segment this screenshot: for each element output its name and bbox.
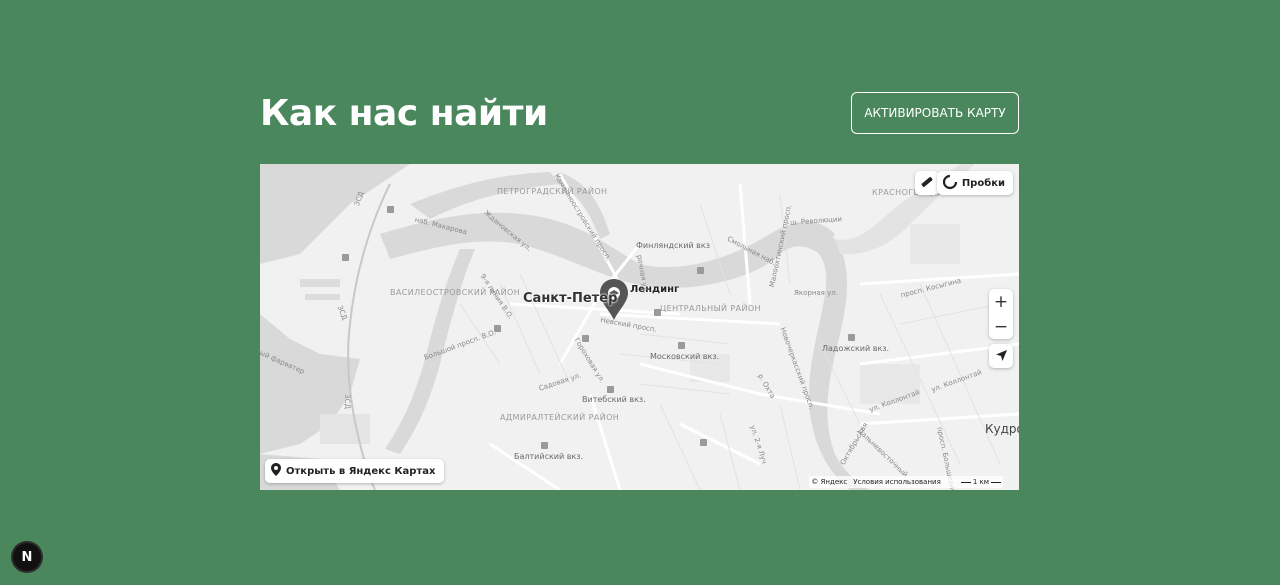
open-in-yandex-maps-button[interactable]: Открыть в Яндекс Картах [265, 459, 445, 483]
city-label: Санкт-Петер [523, 291, 618, 306]
street-label: ЗСД [343, 394, 352, 410]
traffic-button[interactable]: Пробки [936, 171, 1013, 195]
navigation-arrow-icon [995, 347, 1008, 366]
traffic-icon [942, 174, 958, 193]
street-label: Якорная ул. [794, 289, 838, 297]
zoom-control: + − [989, 289, 1013, 339]
marker-label[interactable]: Лендинг [630, 285, 679, 295]
station-label: Ладожский вкз. [822, 344, 890, 353]
page-title: Как нас найти [260, 93, 548, 134]
district-label: ВАСИЛЕОСТРОВСКИЙ РАЙОН [390, 288, 521, 297]
map-scale: 1 км [960, 478, 1001, 486]
zoom-out-button[interactable]: − [989, 314, 1013, 339]
district-label: ЦЕНТРАЛЬНЫЙ РАЙОН [660, 304, 761, 313]
geolocation-button[interactable] [989, 344, 1013, 368]
station-label: Московский вкз. [650, 352, 720, 361]
ruler-button[interactable] [915, 171, 939, 195]
yandex-map[interactable]: ПЕТРОГРАДСКИЙ РАЙОН ВАСИЛЕОСТРОВСКИЙ РАЙ… [260, 164, 1019, 490]
station-label: Витебский вкз. [582, 395, 646, 404]
ruler-icon [920, 174, 934, 193]
map-copyright-bar: © Яндекс Условия использования 1 км [809, 476, 1003, 488]
next-logo-icon: N [21, 549, 33, 565]
map-pin-icon [271, 463, 281, 479]
street-label: Кудро [985, 422, 1019, 436]
nextjs-dev-badge[interactable]: N [13, 543, 41, 571]
traffic-label: Пробки [961, 177, 1005, 189]
station-label: Финляндский вкз [636, 241, 710, 250]
yandex-copyright[interactable]: © Яндекс [811, 478, 847, 486]
zoom-in-button[interactable]: + [989, 289, 1013, 314]
activate-map-button[interactable]: АКТИВИРОВАТЬ КАРТУ [851, 92, 1019, 134]
terms-link[interactable]: Условия использования [853, 478, 941, 486]
scale-label: 1 км [972, 478, 989, 486]
district-label: АДМИРАЛТЕЙСКИЙ РАЙОН [500, 413, 620, 422]
station-label: Балтийский вкз. [514, 452, 584, 461]
open-in-yandex-label: Открыть в Яндекс Картах [286, 465, 436, 477]
